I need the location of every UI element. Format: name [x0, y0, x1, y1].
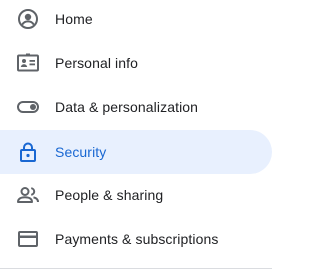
sidebar-item-label: People & sharing: [55, 187, 164, 203]
sidebar-item-home[interactable]: Home: [0, 0, 272, 41]
people-icon: [16, 183, 40, 207]
lock-icon: [16, 140, 40, 164]
sidebar-item-people-sharing[interactable]: People & sharing: [0, 173, 272, 217]
account-circle-icon: [16, 7, 40, 31]
sidebar-item-personal-info[interactable]: Personal info: [0, 41, 272, 85]
sidebar-item-data-personalization[interactable]: Data & personalization: [0, 85, 272, 129]
sidebar-item-security[interactable]: Security: [0, 130, 272, 174]
id-card-icon: [16, 51, 40, 75]
toggle-icon: [16, 95, 40, 119]
credit-card-icon: [16, 227, 40, 251]
sidebar-item-label: Personal info: [55, 55, 139, 71]
sidebar-item-label: Data & personalization: [55, 99, 199, 115]
sidebar-item-label: Security: [55, 144, 107, 160]
sidebar-item-payments-subscriptions[interactable]: Payments & subscriptions: [0, 217, 272, 261]
sidebar-item-label: Home: [55, 11, 93, 27]
account-sidebar-nav: Home Personal info Data & personalizatio…: [0, 0, 289, 274]
sidebar-item-label: Payments & subscriptions: [55, 231, 219, 247]
divider: [0, 268, 272, 269]
